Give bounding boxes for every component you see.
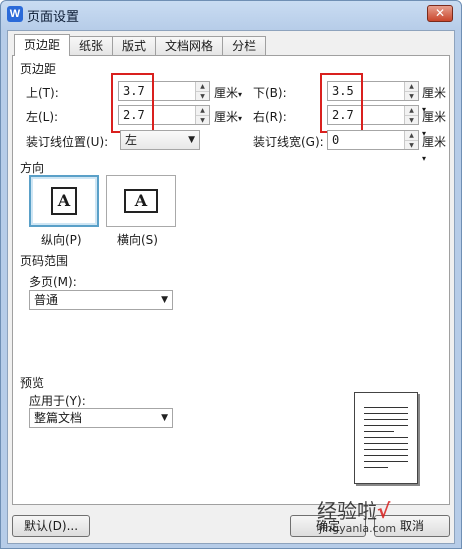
highlight-box-bottom-right (320, 73, 363, 133)
gutter-position-value: 左 (125, 133, 138, 147)
page-setup-dialog: W 页面设置 ✕ 页边距 纸张 版式 文档网格 分栏 页边距 上(T): 3.7… (0, 0, 462, 549)
dialog-body: 页边距 纸张 版式 文档网格 分栏 页边距 上(T): 3.7 ▲ ▼ 厘米▾ 下… (7, 30, 455, 544)
watermark-url: jingyanla.com (319, 522, 397, 535)
multi-page-value: 普通 (34, 293, 59, 307)
spin-up-icon[interactable]: ▲ (405, 106, 418, 115)
watermark-logo: 经验啦√ (317, 495, 390, 524)
preview-line (364, 437, 408, 438)
spin-down-icon[interactable]: ▼ (405, 140, 418, 149)
highlight-box-top-left (111, 73, 154, 133)
multi-page-label: 多页(M): (29, 275, 77, 289)
unit-label: 厘米 (422, 135, 447, 149)
tab-columns[interactable]: 分栏 (222, 36, 267, 56)
tab-layout[interactable]: 版式 (112, 36, 157, 56)
spin-down-icon[interactable]: ▼ (405, 115, 418, 124)
chevron-down-icon: ▼ (161, 413, 168, 423)
right-margin-label: 右(R): (253, 110, 287, 124)
tab-margins[interactable]: 页边距 (14, 34, 71, 56)
apply-to-dropdown[interactable]: 整篇文档 ▼ (29, 408, 173, 428)
margins-section-title: 页边距 (20, 62, 57, 76)
bottom-margin-arrows[interactable]: ▲ ▼ (404, 82, 418, 100)
chevron-down-icon: ▼ (188, 135, 195, 145)
preview-line (364, 467, 388, 468)
landscape-page-icon: A (124, 189, 158, 213)
unit-label: 厘米 (422, 86, 447, 100)
chevron-down-icon: ▾ (422, 154, 427, 163)
portrait-option[interactable]: A (29, 175, 99, 227)
spin-up-icon[interactable]: ▲ (405, 131, 418, 140)
preview-section-title: 预览 (20, 376, 45, 390)
tab-document-grid[interactable]: 文档网格 (155, 36, 224, 56)
left-margin-arrows[interactable]: ▲ ▼ (195, 106, 209, 124)
spin-down-icon[interactable]: ▼ (196, 91, 209, 100)
orientation-section-title: 方向 (20, 161, 45, 175)
portrait-label[interactable]: 纵向(P) (41, 231, 82, 248)
page-range-divider (75, 259, 443, 260)
top-margin-unit[interactable]: 厘米▾ (214, 84, 242, 101)
top-margin-label: 上(T): (26, 86, 59, 100)
checkmark-icon: √ (377, 499, 391, 523)
preview-line (364, 461, 408, 462)
unit-label: 厘米 (422, 110, 447, 124)
landscape-option[interactable]: A (106, 175, 176, 227)
preview-line (364, 443, 408, 444)
dialog-title: 页面设置 (27, 10, 80, 25)
default-button[interactable]: 默认(D)... (12, 515, 90, 537)
preview-line (364, 431, 394, 432)
tab-paper[interactable]: 纸张 (69, 36, 114, 56)
gutter-position-label: 装订线位置(U): (26, 135, 109, 149)
page-preview (354, 392, 418, 484)
landscape-label[interactable]: 横向(S) (117, 231, 158, 248)
gutter-width-arrows[interactable]: ▲ ▼ (404, 131, 418, 149)
spin-up-icon[interactable]: ▲ (196, 106, 209, 115)
gutter-width-label: 装订线宽(G): (253, 135, 324, 149)
gutter-width-unit[interactable]: 厘米 ▾ (422, 133, 449, 164)
gutter-width-spinbox[interactable]: 0 ▲ ▼ (327, 130, 419, 150)
close-button[interactable]: ✕ (427, 5, 453, 22)
margins-divider (63, 67, 443, 68)
chevron-down-icon: ▼ (161, 295, 168, 305)
chevron-down-icon: ▾ (238, 90, 243, 99)
spin-up-icon[interactable]: ▲ (196, 82, 209, 91)
apply-to-value: 整篇文档 (34, 411, 83, 425)
left-margin-unit[interactable]: 厘米▾ (214, 108, 242, 125)
top-margin-arrows[interactable]: ▲ ▼ (195, 82, 209, 100)
preview-line (364, 455, 408, 456)
unit-label: 厘米 (214, 86, 239, 100)
preview-line (364, 413, 408, 414)
orientation-divider (51, 166, 443, 167)
preview-divider (51, 381, 443, 382)
portrait-page-icon: A (51, 187, 77, 215)
right-margin-arrows[interactable]: ▲ ▼ (404, 106, 418, 124)
preview-line (364, 449, 408, 450)
gutter-width-value: 0 (332, 133, 340, 147)
preview-line (364, 419, 408, 420)
spin-down-icon[interactable]: ▼ (196, 115, 209, 124)
left-margin-label: 左(L): (26, 110, 59, 124)
spin-up-icon[interactable]: ▲ (405, 82, 418, 91)
multi-page-dropdown[interactable]: 普通 ▼ (29, 290, 173, 310)
bottom-margin-label: 下(B): (253, 86, 287, 100)
page-range-section-title: 页码范围 (20, 254, 69, 268)
preview-line (364, 407, 408, 408)
chevron-down-icon: ▾ (238, 114, 243, 123)
gutter-position-dropdown[interactable]: 左 ▼ (120, 130, 200, 150)
preview-line (364, 425, 408, 426)
apply-to-label: 应用于(Y): (29, 394, 86, 408)
watermark-text: 经验啦 (317, 499, 377, 523)
spin-down-icon[interactable]: ▼ (405, 91, 418, 100)
title-bar[interactable]: W 页面设置 ✕ (1, 1, 461, 29)
unit-label: 厘米 (214, 110, 239, 124)
tab-strip: 页边距 纸张 版式 文档网格 分栏 (14, 34, 267, 56)
wps-writer-icon: W (7, 6, 23, 22)
